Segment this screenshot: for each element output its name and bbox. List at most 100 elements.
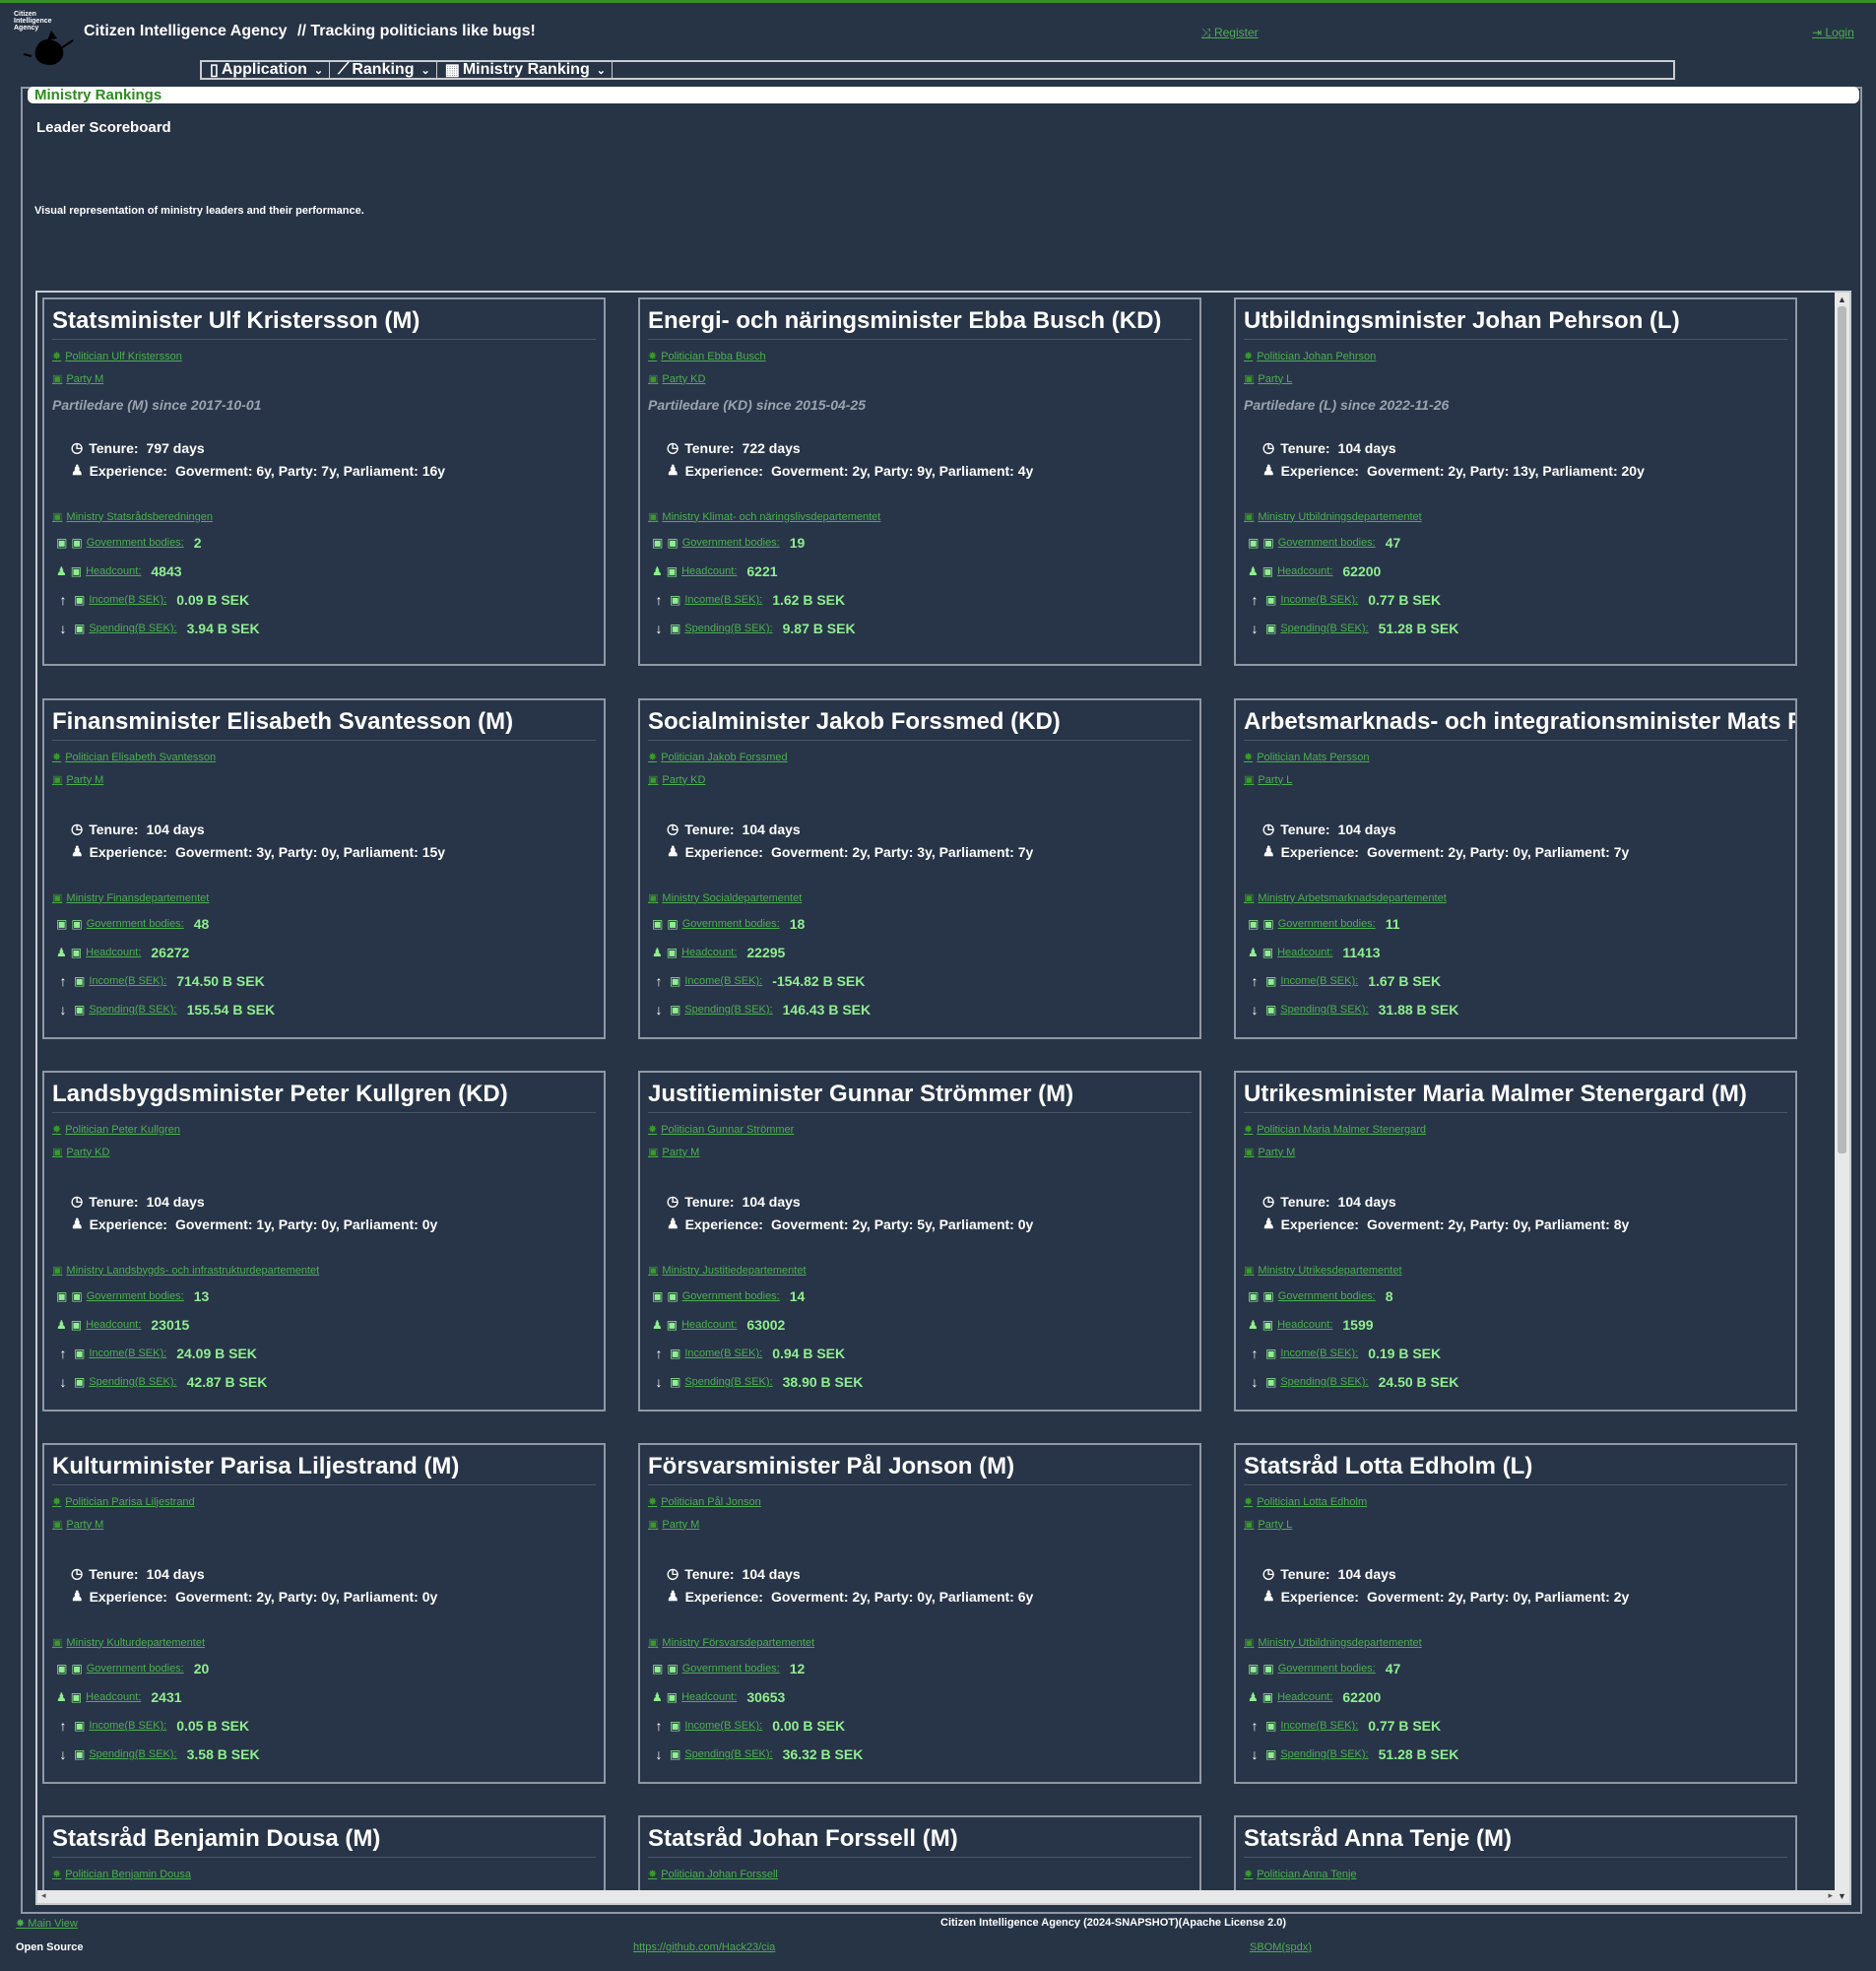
- income-link[interactable]: Income(B SEK):: [1280, 1720, 1358, 1732]
- sbom-link[interactable]: SBOM(spdx): [1250, 1941, 1312, 1953]
- spending-link[interactable]: Spending(B SEK):: [89, 1376, 176, 1388]
- party-link[interactable]: ▣ Party M: [648, 1146, 1199, 1159]
- main-view-link[interactable]: ✸ Main View: [16, 1917, 78, 1930]
- gov-bodies-link[interactable]: Government bodies:: [1278, 1290, 1376, 1302]
- party-link[interactable]: ▣ Party KD: [52, 1146, 604, 1159]
- scroll-left-icon[interactable]: ◂: [41, 1890, 46, 1901]
- politician-link[interactable]: ✸ Politician Pål Jonson: [648, 1495, 1199, 1509]
- headcount-link[interactable]: Headcount:: [86, 1319, 141, 1331]
- headcount-link[interactable]: Headcount:: [1277, 1319, 1332, 1331]
- scroll-up-icon[interactable]: ▲: [1838, 295, 1846, 304]
- app-logo[interactable]: Citizen Intelligence Agency: [14, 11, 77, 72]
- party-link[interactable]: ▣ Party M: [648, 1518, 1199, 1532]
- party-link[interactable]: ▣ Party M: [52, 372, 604, 386]
- ministry-link[interactable]: ▣ Ministry Utbildningsdepartementet: [1244, 1636, 1795, 1650]
- scrollbar-thumb[interactable]: [1838, 306, 1846, 1153]
- spending-link[interactable]: Spending(B SEK):: [1280, 1004, 1368, 1016]
- spending-link[interactable]: Spending(B SEK):: [684, 1004, 772, 1016]
- headcount-link[interactable]: Headcount:: [1277, 947, 1332, 958]
- menu-application[interactable]: ▯ Application ⌄: [202, 61, 331, 79]
- menu-ministry-ranking[interactable]: ▦ Ministry Ranking ⌄: [437, 61, 613, 79]
- politician-link[interactable]: ✸ Politician Benjamin Dousa: [52, 1868, 604, 1881]
- income-link[interactable]: Income(B SEK):: [89, 1720, 166, 1732]
- ministry-link[interactable]: ▣ Ministry Kulturdepartementet: [52, 1636, 604, 1650]
- ministry-link[interactable]: ▣ Ministry Utbildningsdepartementet: [1244, 510, 1795, 524]
- gov-bodies-link[interactable]: Government bodies:: [87, 537, 184, 549]
- headcount-link[interactable]: Headcount:: [681, 1691, 737, 1703]
- income-link[interactable]: Income(B SEK):: [684, 975, 762, 987]
- scroll-right-icon[interactable]: ▸: [1828, 1890, 1833, 1901]
- ministry-link[interactable]: ▣ Ministry Justitiedepartementet: [648, 1264, 1199, 1278]
- gov-bodies-link[interactable]: Government bodies:: [682, 537, 780, 549]
- gov-bodies-link[interactable]: Government bodies:: [1278, 918, 1376, 930]
- github-link[interactable]: https://github.com/Hack23/cia: [633, 1941, 775, 1953]
- income-link[interactable]: Income(B SEK):: [684, 594, 762, 606]
- politician-link[interactable]: ✸ Politician Mats Persson: [1244, 751, 1795, 764]
- party-link[interactable]: ▣ Party L: [1244, 372, 1795, 386]
- gov-bodies-link[interactable]: Government bodies:: [682, 1663, 780, 1675]
- gov-bodies-link[interactable]: Government bodies:: [1278, 537, 1376, 549]
- gov-bodies-link[interactable]: Government bodies:: [682, 918, 780, 930]
- register-link[interactable]: ⤨ Register: [1201, 26, 1259, 40]
- gov-bodies-link[interactable]: Government bodies:: [87, 1290, 184, 1302]
- party-link[interactable]: ▣ Party L: [1244, 773, 1795, 787]
- ministry-link[interactable]: ▣ Ministry Finansdepartementet: [52, 891, 604, 905]
- politician-link[interactable]: ✸ Politician Johan Pehrson: [1244, 350, 1795, 363]
- politician-link[interactable]: ✸ Politician Johan Forssell: [648, 1868, 1199, 1881]
- party-link[interactable]: ▣ Party KD: [648, 773, 1199, 787]
- spending-link[interactable]: Spending(B SEK):: [684, 1748, 772, 1760]
- income-link[interactable]: Income(B SEK):: [89, 594, 166, 606]
- politician-link[interactable]: ✸ Politician Ebba Busch: [648, 350, 1199, 363]
- scroll-down-icon[interactable]: ▼: [1838, 1891, 1846, 1901]
- politician-link[interactable]: ✸ Politician Ulf Kristersson: [52, 350, 604, 363]
- politician-link[interactable]: ✸ Politician Peter Kullgren: [52, 1123, 604, 1137]
- headcount-link[interactable]: Headcount:: [1277, 1691, 1332, 1703]
- headcount-link[interactable]: Headcount:: [1277, 565, 1332, 577]
- spending-link[interactable]: Spending(B SEK):: [1280, 623, 1368, 634]
- ministry-link[interactable]: ▣ Ministry Utrikesdepartementet: [1244, 1264, 1795, 1278]
- income-link[interactable]: Income(B SEK):: [1280, 1347, 1358, 1359]
- income-link[interactable]: Income(B SEK):: [1280, 975, 1358, 987]
- gov-bodies-link[interactable]: Government bodies:: [87, 1663, 184, 1675]
- spending-link[interactable]: Spending(B SEK):: [89, 1748, 176, 1760]
- scoreboard-scroll-container[interactable]: Statsminister Ulf Kristersson (M) ✸ Politi…: [35, 291, 1851, 1905]
- ministry-link[interactable]: ▣ Ministry Försvarsdepartementet: [648, 1636, 1199, 1650]
- horizontal-scrollbar[interactable]: ◂ ▸: [37, 1890, 1837, 1903]
- politician-link[interactable]: ✸ Politician Maria Malmer Stenergard: [1244, 1123, 1795, 1137]
- headcount-link[interactable]: Headcount:: [681, 1319, 737, 1331]
- politician-link[interactable]: ✸ Politician Parisa Liljestrand: [52, 1495, 604, 1509]
- income-link[interactable]: Income(B SEK):: [684, 1720, 762, 1732]
- ministry-link[interactable]: ▣ Ministry Landsbygds- och infrastrukturd…: [52, 1264, 604, 1278]
- politician-link[interactable]: ✸ Politician Anna Tenje: [1244, 1868, 1795, 1881]
- headcount-link[interactable]: Headcount:: [86, 947, 141, 958]
- headcount-link[interactable]: Headcount:: [86, 565, 141, 577]
- ministry-link[interactable]: ▣ Ministry Socialdepartementet: [648, 891, 1199, 905]
- ministry-link[interactable]: ▣ Ministry Statsrådsberedningen: [52, 510, 604, 524]
- headcount-link[interactable]: Headcount:: [681, 565, 737, 577]
- party-link[interactable]: ▣ Party M: [52, 1518, 604, 1532]
- party-link[interactable]: ▣ Party L: [1244, 1518, 1795, 1532]
- spending-link[interactable]: Spending(B SEK):: [684, 623, 772, 634]
- politician-link[interactable]: ✸ Politician Jakob Forssmed: [648, 751, 1199, 764]
- ministry-link[interactable]: ▣ Ministry Arbetsmarknadsdepartementet: [1244, 891, 1795, 905]
- headcount-link[interactable]: Headcount:: [86, 1691, 141, 1703]
- login-link[interactable]: ⇥ Login: [1812, 26, 1854, 39]
- spending-link[interactable]: Spending(B SEK):: [89, 623, 176, 634]
- spending-link[interactable]: Spending(B SEK):: [89, 1004, 176, 1016]
- ministry-link[interactable]: ▣ Ministry Klimat- och näringslivsdeparte…: [648, 510, 1199, 524]
- spending-link[interactable]: Spending(B SEK):: [1280, 1376, 1368, 1388]
- income-link[interactable]: Income(B SEK):: [89, 975, 166, 987]
- spending-link[interactable]: Spending(B SEK):: [1280, 1748, 1368, 1760]
- politician-link[interactable]: ✸ Politician Lotta Edholm: [1244, 1495, 1795, 1509]
- gov-bodies-link[interactable]: Government bodies:: [1278, 1663, 1376, 1675]
- income-link[interactable]: Income(B SEK):: [684, 1347, 762, 1359]
- politician-link[interactable]: ✸ Politician Gunnar Strömmer: [648, 1123, 1199, 1137]
- gov-bodies-link[interactable]: Government bodies:: [87, 918, 184, 930]
- vertical-scrollbar[interactable]: ▲ ▼: [1835, 293, 1849, 1903]
- income-link[interactable]: Income(B SEK):: [1280, 594, 1358, 606]
- headcount-link[interactable]: Headcount:: [681, 947, 737, 958]
- politician-link[interactable]: ✸ Politician Elisabeth Svantesson: [52, 751, 604, 764]
- income-link[interactable]: Income(B SEK):: [89, 1347, 166, 1359]
- party-link[interactable]: ▣ Party KD: [648, 372, 1199, 386]
- party-link[interactable]: ▣ Party M: [52, 773, 604, 787]
